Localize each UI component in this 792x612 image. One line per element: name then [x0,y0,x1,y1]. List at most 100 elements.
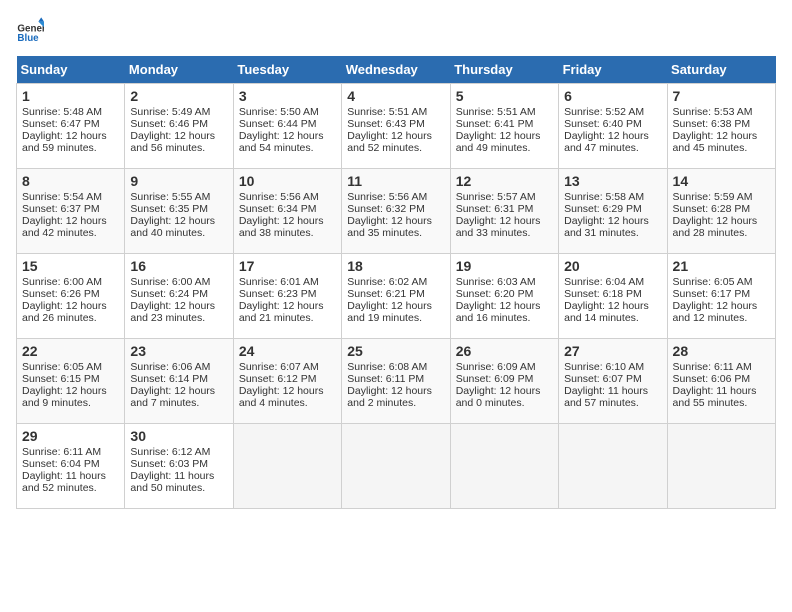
daylight: Daylight: 12 hours and 26 minutes. [22,300,107,324]
day-cell-5: 5Sunrise: 5:51 AMSunset: 6:41 PMDaylight… [450,84,558,169]
sunset: Sunset: 6:31 PM [456,203,534,215]
empty-cell [450,424,558,509]
daylight: Daylight: 12 hours and 52 minutes. [347,130,432,154]
col-friday: Friday [559,56,667,84]
daylight: Daylight: 12 hours and 28 minutes. [673,215,758,239]
sunrise: Sunrise: 6:12 AM [130,446,210,458]
day-number: 22 [22,343,119,359]
day-number: 6 [564,88,661,104]
day-number: 16 [130,258,227,274]
sunrise: Sunrise: 6:11 AM [673,361,752,373]
sunset: Sunset: 6:46 PM [130,118,208,130]
day-cell-25: 25Sunrise: 6:08 AMSunset: 6:11 PMDayligh… [342,339,450,424]
day-number: 4 [347,88,444,104]
logo-icon: General Blue [16,16,44,44]
sunrise: Sunrise: 6:08 AM [347,361,427,373]
daylight: Daylight: 12 hours and 38 minutes. [239,215,324,239]
sunrise: Sunrise: 6:00 AM [22,276,102,288]
sunrise: Sunrise: 5:55 AM [130,191,210,203]
page-header: General Blue [16,16,776,44]
sunset: Sunset: 6:11 PM [347,373,424,385]
day-cell-24: 24Sunrise: 6:07 AMSunset: 6:12 PMDayligh… [233,339,341,424]
col-thursday: Thursday [450,56,558,84]
calendar-table: Sunday Monday Tuesday Wednesday Thursday… [16,56,776,509]
sunset: Sunset: 6:37 PM [22,203,100,215]
daylight: Daylight: 12 hours and 23 minutes. [130,300,215,324]
daylight: Daylight: 12 hours and 21 minutes. [239,300,324,324]
sunrise: Sunrise: 5:54 AM [22,191,102,203]
sunrise: Sunrise: 5:57 AM [456,191,536,203]
day-number: 30 [130,428,227,444]
sunset: Sunset: 6:28 PM [673,203,751,215]
sunrise: Sunrise: 6:06 AM [130,361,210,373]
daylight: Daylight: 11 hours and 52 minutes. [22,470,106,494]
day-number: 28 [673,343,770,359]
day-cell-20: 20Sunrise: 6:04 AMSunset: 6:18 PMDayligh… [559,254,667,339]
daylight: Daylight: 11 hours and 50 minutes. [130,470,214,494]
day-number: 20 [564,258,661,274]
sunset: Sunset: 6:03 PM [130,458,208,470]
daylight: Daylight: 12 hours and 0 minutes. [456,385,541,409]
day-cell-1: 1Sunrise: 5:48 AMSunset: 6:47 PMDaylight… [17,84,125,169]
calendar-week-2: 8Sunrise: 5:54 AMSunset: 6:37 PMDaylight… [17,169,776,254]
daylight: Daylight: 12 hours and 31 minutes. [564,215,649,239]
day-number: 13 [564,173,661,189]
col-monday: Monday [125,56,233,84]
sunset: Sunset: 6:23 PM [239,288,317,300]
sunset: Sunset: 6:38 PM [673,118,751,130]
sunset: Sunset: 6:15 PM [22,373,100,385]
sunrise: Sunrise: 6:05 AM [22,361,102,373]
day-cell-14: 14Sunrise: 5:59 AMSunset: 6:28 PMDayligh… [667,169,775,254]
daylight: Daylight: 12 hours and 47 minutes. [564,130,649,154]
calendar-week-5: 29Sunrise: 6:11 AMSunset: 6:04 PMDayligh… [17,424,776,509]
daylight: Daylight: 12 hours and 33 minutes. [456,215,541,239]
empty-cell [667,424,775,509]
daylight: Daylight: 12 hours and 35 minutes. [347,215,432,239]
sunset: Sunset: 6:20 PM [456,288,534,300]
col-saturday: Saturday [667,56,775,84]
day-number: 8 [22,173,119,189]
day-cell-22: 22Sunrise: 6:05 AMSunset: 6:15 PMDayligh… [17,339,125,424]
day-cell-26: 26Sunrise: 6:09 AMSunset: 6:09 PMDayligh… [450,339,558,424]
sunrise: Sunrise: 5:58 AM [564,191,644,203]
sunrise: Sunrise: 6:07 AM [239,361,319,373]
daylight: Daylight: 12 hours and 14 minutes. [564,300,649,324]
day-number: 3 [239,88,336,104]
sunset: Sunset: 6:44 PM [239,118,317,130]
sunrise: Sunrise: 6:11 AM [22,446,101,458]
col-wednesday: Wednesday [342,56,450,84]
day-cell-7: 7Sunrise: 5:53 AMSunset: 6:38 PMDaylight… [667,84,775,169]
day-number: 17 [239,258,336,274]
sunset: Sunset: 6:35 PM [130,203,208,215]
sunset: Sunset: 6:47 PM [22,118,100,130]
daylight: Daylight: 12 hours and 45 minutes. [673,130,758,154]
day-cell-13: 13Sunrise: 5:58 AMSunset: 6:29 PMDayligh… [559,169,667,254]
day-number: 27 [564,343,661,359]
sunset: Sunset: 6:17 PM [673,288,751,300]
day-number: 10 [239,173,336,189]
day-number: 2 [130,88,227,104]
day-cell-2: 2Sunrise: 5:49 AMSunset: 6:46 PMDaylight… [125,84,233,169]
day-number: 24 [239,343,336,359]
day-cell-27: 27Sunrise: 6:10 AMSunset: 6:07 PMDayligh… [559,339,667,424]
daylight: Daylight: 12 hours and 42 minutes. [22,215,107,239]
day-number: 19 [456,258,553,274]
daylight: Daylight: 12 hours and 19 minutes. [347,300,432,324]
day-cell-23: 23Sunrise: 6:06 AMSunset: 6:14 PMDayligh… [125,339,233,424]
sunset: Sunset: 6:41 PM [456,118,534,130]
day-number: 29 [22,428,119,444]
sunrise: Sunrise: 6:00 AM [130,276,210,288]
sunrise: Sunrise: 6:04 AM [564,276,644,288]
daylight: Daylight: 12 hours and 12 minutes. [673,300,758,324]
calendar-week-3: 15Sunrise: 6:00 AMSunset: 6:26 PMDayligh… [17,254,776,339]
sunset: Sunset: 6:04 PM [22,458,100,470]
calendar-week-4: 22 Sunrise: 6:05 AMSunset: 6:15 PM Dayligh… [17,339,776,424]
sunrise: Sunrise: 5:49 AM [130,106,210,118]
daylight: Daylight: 12 hours and 49 minutes. [456,130,541,154]
day-cell-6: 6Sunrise: 5:52 AMSunset: 6:40 PMDaylight… [559,84,667,169]
day-number: 9 [130,173,227,189]
day-cell-10: 10Sunrise: 5:56 AMSunset: 6:34 PMDayligh… [233,169,341,254]
daylight: Daylight: 12 hours and 40 minutes. [130,215,215,239]
daylight: Daylight: 12 hours and 2 minutes. [347,385,432,409]
sunrise: Sunrise: 6:05 AM [673,276,753,288]
